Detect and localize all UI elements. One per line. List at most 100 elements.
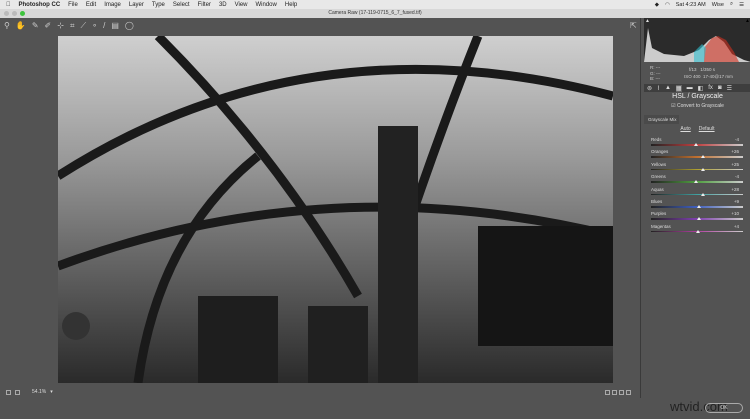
menu-select[interactable]: Select	[173, 2, 190, 8]
slider-value[interactable]: +10	[731, 211, 739, 216]
slider-label: Yellows	[651, 161, 667, 167]
toolbar: ⚲ ✋ ✎ ✐ ⊹ ⌗ ⟋ ∘ / ▤ ◯ ⇱	[0, 18, 640, 33]
tab-grayscale-mix[interactable]: Grayscale Mix	[644, 115, 679, 124]
white-balance-icon[interactable]: ✎	[32, 21, 39, 30]
straighten-icon[interactable]: ⟋	[80, 21, 86, 31]
split-toning-tab-icon[interactable]: ▬	[687, 85, 693, 91]
basic-tab-icon[interactable]: ⊚	[647, 85, 652, 92]
radial-filter-icon[interactable]: ◯	[125, 21, 134, 30]
convert-to-grayscale[interactable]: ☑ Convert to Grayscale	[644, 103, 750, 109]
before-after-button[interactable]	[605, 389, 610, 395]
menu-type[interactable]: Type	[152, 2, 165, 8]
color-sampler-icon[interactable]: ✐	[45, 21, 52, 30]
ok-button[interactable]: OK	[705, 403, 743, 413]
menu-filter[interactable]: Filter	[198, 2, 211, 8]
slider-thumb[interactable]	[694, 143, 699, 146]
histogram: ▲ ▲	[644, 18, 750, 62]
slider-value[interactable]: +25	[731, 162, 739, 167]
hsl-tab-icon[interactable]: ▦	[675, 84, 682, 92]
camera-info: R: --- G: --- B: --- f/13 1/350 s ISO 400 …	[650, 65, 733, 81]
slider-yellows[interactable]: Yellows +25	[651, 162, 743, 174]
presets-tab-icon[interactable]: ☰	[727, 85, 732, 92]
brush-icon[interactable]: /	[103, 21, 105, 30]
slider-value[interactable]: +26	[731, 149, 739, 154]
minimize-button[interactable]	[12, 11, 17, 16]
slider-value[interactable]: +4	[734, 224, 739, 229]
fx-tab-icon[interactable]: fx	[708, 85, 713, 91]
lens-tab-icon[interactable]: ◧	[698, 85, 704, 92]
slider-label: Greens	[651, 174, 666, 180]
slider-aquas[interactable]: Aquas +28	[651, 187, 743, 199]
apple-icon[interactable]: 	[6, 2, 11, 8]
menu-edit[interactable]: Edit	[86, 2, 96, 8]
slider-thumb[interactable]	[697, 217, 702, 221]
preview-toggle-button[interactable]	[15, 389, 20, 395]
slider-label: Reds	[651, 137, 662, 142]
fullscreen-icon[interactable]: ⇱	[630, 21, 637, 30]
slider-label: Oranges	[651, 149, 669, 155]
slider-value[interactable]: -4	[735, 174, 739, 179]
preferences-button[interactable]	[626, 389, 631, 395]
list-icon[interactable]: ☰	[739, 2, 744, 8]
swap-button[interactable]	[612, 389, 617, 395]
menu-3d[interactable]: 3D	[219, 2, 227, 8]
app-menu[interactable]: Photoshop CC	[19, 2, 61, 8]
hand-tool-icon[interactable]: ✋	[16, 21, 26, 30]
copy-settings-button[interactable]	[619, 389, 624, 395]
menu-view[interactable]: View	[235, 2, 248, 8]
crop-icon[interactable]: ⌗	[70, 21, 75, 31]
slider-magentas[interactable]: Magentas +4	[651, 224, 743, 236]
camera-calibration-tab-icon[interactable]: ◙	[718, 85, 722, 91]
window-title-bar: Camera Raw (17-119-0715_6_7_fused.tif)	[0, 9, 750, 18]
slider-label: Blues	[651, 199, 663, 204]
panel-title: HSL / Grayscale	[672, 93, 723, 100]
slider-oranges[interactable]: Oranges +26	[651, 149, 743, 161]
slider-purples[interactable]: Purples +10	[651, 211, 743, 223]
slider-thumb[interactable]	[694, 180, 699, 184]
image-preview[interactable]	[58, 36, 613, 383]
zoom-dropdown-icon[interactable]: ▾	[50, 389, 53, 395]
menu-file[interactable]: File	[68, 2, 78, 8]
menu-image[interactable]: Image	[104, 2, 121, 8]
shadow-clipping-icon[interactable]: ▲	[645, 18, 650, 24]
target-adjust-icon[interactable]: ⊹	[57, 21, 64, 30]
menu-window[interactable]: Window	[256, 2, 277, 8]
menu-help[interactable]: Help	[285, 2, 297, 8]
slider-track[interactable]	[651, 193, 743, 196]
spot-removal-icon[interactable]: ∘	[92, 21, 97, 30]
slider-value[interactable]: -4	[735, 137, 739, 142]
checkbox-icon[interactable]: ☑	[671, 103, 675, 109]
slider-thumb[interactable]	[701, 192, 706, 196]
user-name[interactable]: Wise	[712, 2, 724, 8]
wifi-icon[interactable]: ◠	[665, 2, 670, 8]
slider-label: Magentas	[651, 223, 671, 229]
zoom-level[interactable]: 54.1%	[32, 389, 46, 395]
slider-reds[interactable]: Reds -4	[651, 137, 743, 149]
highlight-clipping-icon[interactable]: ▲	[745, 18, 750, 24]
auto-button[interactable]: Auto	[680, 126, 690, 132]
slider-thumb[interactable]	[695, 229, 700, 233]
slider-thumb[interactable]	[700, 155, 705, 159]
slider-greens[interactable]: Greens -4	[651, 174, 743, 186]
view-toggle-button[interactable]	[6, 389, 11, 395]
default-button[interactable]: Default	[699, 126, 715, 132]
gradient-filter-icon[interactable]: ▤	[111, 21, 119, 30]
slider-thumb[interactable]	[700, 167, 705, 171]
slider-value[interactable]: +28	[731, 187, 739, 192]
slider-track[interactable]	[651, 168, 743, 171]
tone-curve-tab-icon[interactable]: ⌇	[657, 85, 660, 92]
slider-label: Purples	[651, 211, 667, 217]
slider-thumb[interactable]	[697, 205, 702, 208]
detail-tab-icon[interactable]: ▲	[665, 85, 671, 91]
slider-blues[interactable]: Blues +9	[651, 199, 743, 211]
close-button[interactable]	[4, 11, 9, 16]
dropbox-icon[interactable]: ◆	[655, 2, 659, 8]
clock[interactable]: Sat 4:23 AM	[676, 2, 706, 8]
zoom-tool-icon[interactable]: ⚲	[4, 21, 10, 30]
right-panel: ▲ ▲ R: --- G: --- B: --- f/13 1/350 s ISO …	[640, 18, 750, 398]
search-icon[interactable]: ⌕	[730, 1, 733, 8]
menu-layer[interactable]: Layer	[129, 2, 144, 8]
slider-value[interactable]: +9	[734, 199, 739, 204]
zoom-button[interactable]	[20, 11, 25, 16]
slider-track[interactable]	[651, 156, 743, 158]
